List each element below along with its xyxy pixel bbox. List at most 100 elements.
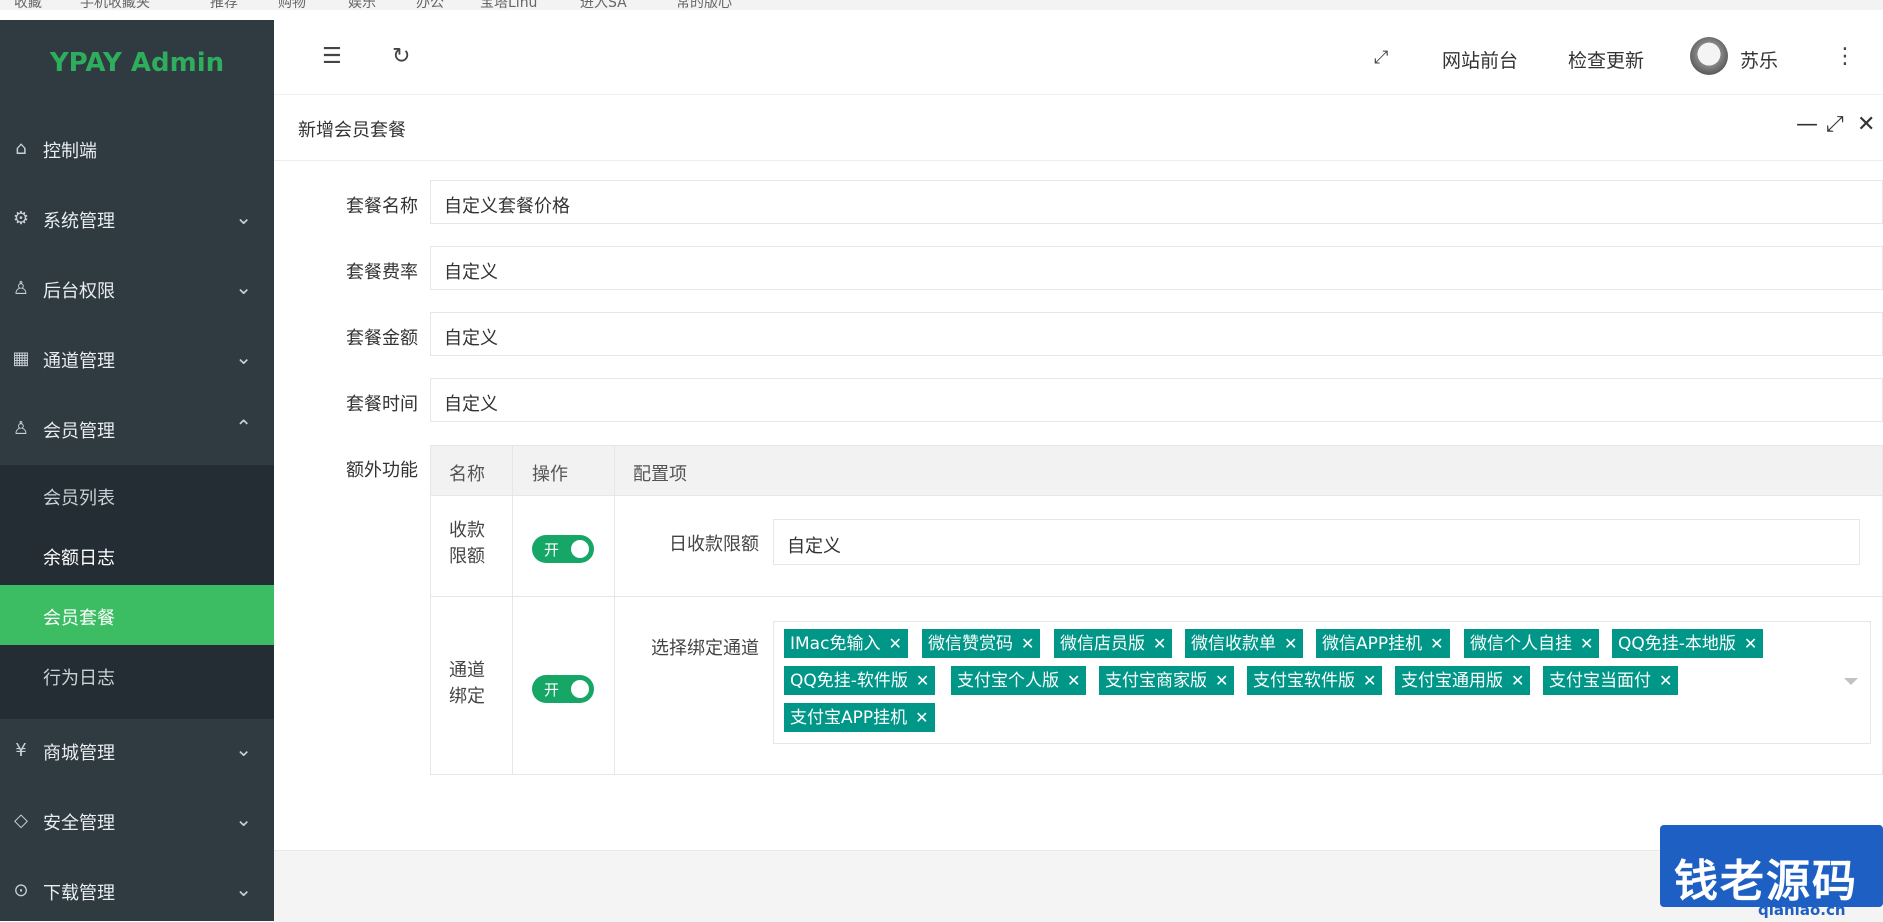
close-icon[interactable]: ✕ <box>1744 634 1757 653</box>
chevron-down-icon: ⌄ <box>235 737 252 761</box>
bookmark-item[interactable]: 购物 <box>278 0 306 10</box>
gear-icon: ⚙ <box>12 208 30 229</box>
channel-tag[interactable]: 微信收款单 ✕ <box>1185 629 1304 658</box>
sidebar-item-label: 系统管理 <box>43 211 115 232</box>
plan-duration-field[interactable]: 自定义 <box>430 378 1883 422</box>
sidebar-item-security[interactable]: ◇ 安全管理 ⌄ <box>0 787 274 857</box>
close-icon[interactable]: ✕ <box>1021 634 1034 653</box>
plan-name-field[interactable]: 自定义套餐价格 <box>430 180 1883 224</box>
plan-rate-field[interactable]: 自定义 <box>430 246 1883 290</box>
sidebar-item-dashboard[interactable]: ⌂ 控制端 <box>0 115 274 185</box>
extra-features-table: 名称 操作 配置项 收款限额 开 日收款限额 自定义 通道绑定 开 选择绑定通道… <box>430 445 1883 775</box>
sidebar-item-permissions[interactable]: ♙ 后台权限 ⌄ <box>0 255 274 325</box>
config-label: 日收款限额 <box>669 534 759 555</box>
bookmark-item[interactable]: 收藏 <box>14 0 42 10</box>
bookmark-item[interactable]: 宝塔Linu <box>480 0 537 10</box>
chevron-down-icon: ⌄ <box>235 275 252 299</box>
chevron-down-icon: ⌄ <box>235 345 252 369</box>
bookmark-item[interactable]: 常的版心 <box>676 0 732 10</box>
channel-tag[interactable]: 支付宝商家版 ✕ <box>1099 666 1235 695</box>
sidebar-subitem-member-plans[interactable]: 会员套餐 <box>0 585 274 645</box>
sidebar-item-label: 会员列表 <box>43 488 115 509</box>
chevron-down-icon: ⌄ <box>235 877 252 901</box>
close-icon[interactable]: ✕ <box>916 671 929 690</box>
watermark-text: 钱老源码 <box>1674 856 1858 907</box>
close-icon[interactable]: ✕ <box>1215 671 1228 690</box>
watermark-logo: 钱老源码 qianlao.cn <box>1660 813 1883 921</box>
sidebar-subitem-balance-log[interactable]: 余额日志 <box>0 525 274 585</box>
column-divider <box>512 446 513 774</box>
daily-limit-field[interactable]: 自定义 <box>773 519 1860 565</box>
bookmark-item[interactable]: 推荐 <box>210 0 238 10</box>
channel-tag[interactable]: 支付宝当面付 ✕ <box>1543 666 1679 695</box>
bookmark-item[interactable]: 办公 <box>416 0 444 10</box>
sidebar-subitem-behavior-log[interactable]: 行为日志 <box>0 645 274 705</box>
close-icon[interactable]: ✕ <box>1363 671 1376 690</box>
more-vertical-icon[interactable]: ⋮ <box>1834 44 1856 69</box>
chevron-down-icon: ⌄ <box>235 205 252 229</box>
site-front-link[interactable]: 网站前台 <box>1442 46 1518 73</box>
fullscreen-icon[interactable]: ⤢ <box>1374 47 1388 68</box>
channel-tag[interactable]: QQ免挂-软件版 ✕ <box>784 666 936 695</box>
channel-multiselect[interactable]: IMac免输入 ✕ 微信赞赏码 ✕ 微信店员版 ✕ 微信收款单 ✕ 微信APP挂机 ✕ 微… <box>773 621 1871 744</box>
close-icon[interactable]: ✕ <box>1067 671 1080 690</box>
bookmark-item[interactable]: 娱乐 <box>348 0 376 10</box>
app-logo[interactable]: YPAY Admin <box>0 20 274 106</box>
channel-tag[interactable]: 支付宝软件版 ✕ <box>1247 666 1383 695</box>
sidebar-item-label: 会员管理 <box>43 421 115 442</box>
close-icon[interactable]: ✕ <box>1511 671 1524 690</box>
channel-tag[interactable]: 微信店员版 ✕ <box>1054 629 1173 658</box>
user-name[interactable]: 苏乐 <box>1740 46 1778 73</box>
close-icon[interactable]: ✕ <box>1153 634 1166 653</box>
sidebar: YPAY Admin ⌂ 控制端 ⚙ 系统管理 ⌄ ♙ 后台权限 ⌄ ▦ 通道管… <box>0 20 274 921</box>
column-header: 名称 <box>449 464 485 485</box>
sidebar-item-channels[interactable]: ▦ 通道管理 ⌄ <box>0 325 274 395</box>
yen-icon: ¥ <box>15 740 27 761</box>
sidebar-item-system[interactable]: ⚙ 系统管理 ⌄ <box>0 185 274 255</box>
sidebar-subitem-member-list[interactable]: 会员列表 <box>0 465 274 525</box>
watermark-box: 钱老源码 <box>1660 825 1883 907</box>
sidebar-item-downloads[interactable]: ⊙ 下载管理 ⌄ <box>0 857 274 921</box>
maximize-icon[interactable]: ⤢ <box>1826 112 1844 137</box>
close-icon[interactable]: ✕ <box>1580 634 1593 653</box>
close-icon[interactable]: ✕ <box>1284 634 1297 653</box>
channel-tag[interactable]: 微信个人自挂 ✕ <box>1464 629 1600 658</box>
top-header: ☰ ↻ ⤢ 网站前台 检查更新 苏乐 ⋮ <box>274 20 1883 95</box>
channel-tag[interactable]: 支付宝通用版 ✕ <box>1395 666 1531 695</box>
plan-amount-field[interactable]: 自定义 <box>430 312 1883 356</box>
close-icon[interactable]: ✕ <box>1430 634 1443 653</box>
bookmark-item[interactable]: 手机收藏夹 <box>80 0 150 10</box>
close-icon[interactable]: ✕ <box>888 634 901 653</box>
close-icon[interactable]: ✕ <box>1857 112 1875 137</box>
sidebar-item-label: 会员套餐 <box>43 608 115 629</box>
avatar[interactable] <box>1690 37 1728 75</box>
close-icon[interactable]: ✕ <box>1659 671 1672 690</box>
channel-tag[interactable]: 支付宝APP挂机 ✕ <box>784 703 935 732</box>
sidebar-item-members[interactable]: ♙ 会员管理 ⌃ <box>0 395 274 465</box>
channel-tag[interactable]: 微信APP挂机 ✕ <box>1316 629 1450 658</box>
channel-tag[interactable]: IMac免输入 ✕ <box>784 629 908 658</box>
field-label: 套餐名称 <box>346 196 418 217</box>
bookmark-item[interactable]: 进入SA <box>580 0 627 10</box>
dropdown-arrow-icon[interactable] <box>1844 678 1858 685</box>
menu-collapse-icon[interactable]: ☰ <box>322 44 342 69</box>
download-icon: ⊙ <box>13 880 29 901</box>
sidebar-item-label: 下载管理 <box>43 883 115 904</box>
panel-header: 新增会员套餐 — ⤢ ✕ <box>274 94 1883 161</box>
refresh-icon[interactable]: ↻ <box>392 44 410 69</box>
channel-tag[interactable]: 支付宝个人版 ✕ <box>951 666 1087 695</box>
channel-tag[interactable]: 微信赞赏码 ✕ <box>922 629 1041 658</box>
close-icon[interactable]: ✕ <box>915 708 928 727</box>
sidebar-item-shop[interactable]: ¥ 商城管理 ⌄ <box>0 717 274 787</box>
user-icon: ♙ <box>12 278 30 299</box>
limit-toggle[interactable]: 开 <box>532 535 594 563</box>
check-update-link[interactable]: 检查更新 <box>1568 46 1644 73</box>
channel-bind-toggle[interactable]: 开 <box>532 675 594 703</box>
channel-tag[interactable]: QQ免挂-本地版 ✕ <box>1612 629 1764 658</box>
watermark-url: qianlao.cn <box>1758 901 1846 919</box>
row-name: 通道绑定 <box>449 660 485 707</box>
bookmarks-bar: 收藏 手机收藏夹 推荐 购物 娱乐 办公 宝塔Linu 进入SA 常的版心 <box>0 0 1883 10</box>
sidebar-item-label: 安全管理 <box>43 813 115 834</box>
sidebar-item-label: 通道管理 <box>43 351 115 372</box>
minimize-icon[interactable]: — <box>1796 112 1818 137</box>
